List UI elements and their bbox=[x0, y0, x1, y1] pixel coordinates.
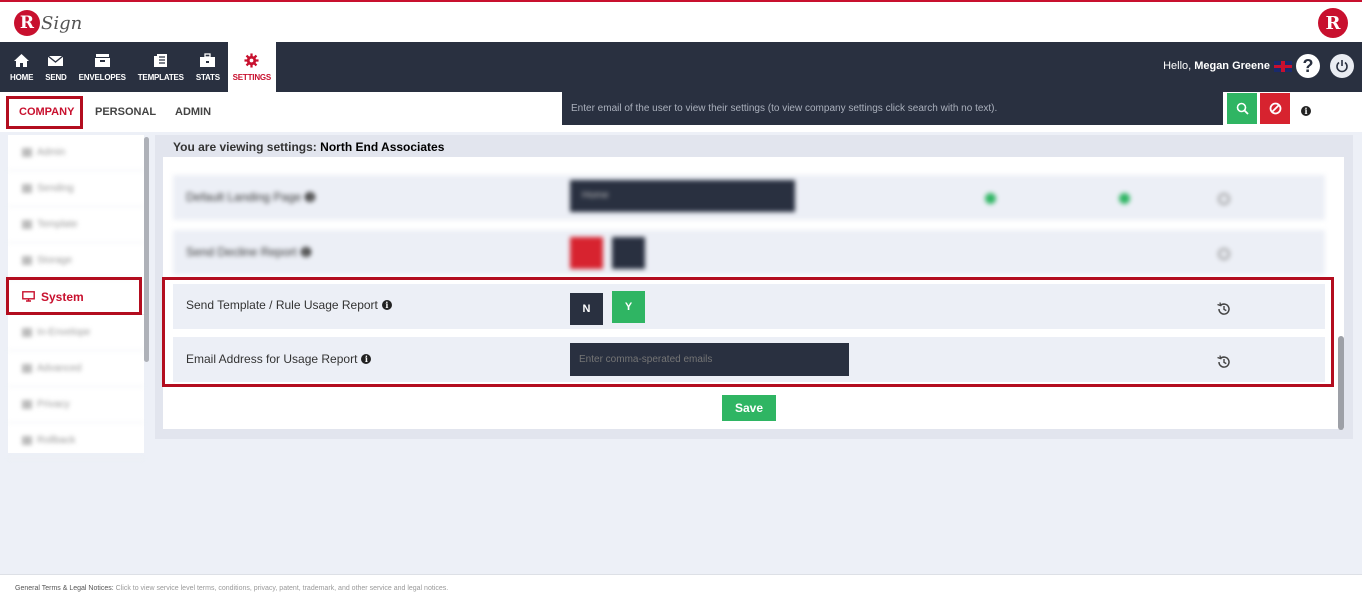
nav-home[interactable]: HOME bbox=[4, 42, 39, 92]
decline-y-button[interactable] bbox=[612, 237, 645, 269]
sidebar-item-label: Advanced bbox=[37, 363, 82, 374]
sidebar-item-label: Rollback bbox=[37, 435, 76, 446]
sidebar-item-label: Template bbox=[37, 219, 78, 230]
system-item-highlight bbox=[6, 277, 142, 315]
help-icon[interactable]: ? bbox=[1296, 54, 1320, 78]
sidebar-scrollbar[interactable] bbox=[144, 137, 149, 362]
brand-logo-right[interactable]: R bbox=[1318, 8, 1348, 38]
sidebar-item-rollback[interactable]: Rollback bbox=[8, 423, 144, 459]
nav-stats[interactable]: STATS bbox=[190, 42, 226, 92]
company-name: North End Associates bbox=[320, 140, 445, 154]
history-icon[interactable] bbox=[1218, 248, 1230, 260]
user-area: Hello, Megan Greene ? bbox=[1163, 54, 1354, 78]
envelope-icon bbox=[47, 54, 64, 66]
nav-templates-label: TEMPLATES bbox=[137, 72, 184, 82]
greeting-text: Hello, bbox=[1163, 60, 1192, 72]
nav-stats-label: STATS bbox=[195, 72, 220, 82]
user-search-input[interactable]: Enter email of the user to view their se… bbox=[562, 92, 1223, 125]
templates-icon bbox=[154, 53, 168, 67]
power-icon[interactable] bbox=[1330, 54, 1354, 78]
nav-envelopes-label: ENVELOPES bbox=[78, 72, 126, 82]
nav-send[interactable]: SEND bbox=[39, 42, 72, 92]
ban-icon bbox=[1269, 102, 1281, 115]
sidebar-item-template[interactable]: Template bbox=[8, 207, 144, 243]
sidebar-item-privacy[interactable]: Privacy bbox=[8, 387, 144, 423]
usage-report-highlight bbox=[162, 277, 1334, 387]
uk-flag-icon[interactable] bbox=[1274, 60, 1292, 72]
briefcase-icon bbox=[200, 52, 216, 67]
status-dot bbox=[1119, 193, 1130, 204]
top-header: R Sign R bbox=[0, 0, 1362, 42]
footer-title: General Terms & Legal Notices: bbox=[15, 585, 114, 592]
setting-row-decline-report: Send Decline Report i bbox=[173, 230, 1325, 275]
nav-templates[interactable]: TEMPLATES bbox=[132, 42, 190, 92]
gear-icon bbox=[244, 52, 259, 68]
sidebar-item-label: Privacy bbox=[37, 399, 70, 410]
sidebar-item-label: Sending bbox=[37, 183, 74, 194]
sidebar-item-label: Admin bbox=[37, 147, 66, 158]
footer-link[interactable]: Click to view service level terms, condi… bbox=[116, 585, 449, 592]
decline-n-button[interactable] bbox=[570, 237, 603, 269]
history-icon[interactable] bbox=[1218, 193, 1230, 205]
rsign-logo[interactable]: R Sign bbox=[14, 8, 82, 38]
tab-admin[interactable]: ADMIN bbox=[175, 106, 211, 118]
search-info-icon[interactable]: i bbox=[1301, 101, 1311, 119]
logo-r-badge: R bbox=[14, 10, 40, 36]
search-icon bbox=[1236, 102, 1249, 115]
search-button[interactable] bbox=[1227, 93, 1257, 124]
tab-personal[interactable]: PERSONAL bbox=[95, 106, 156, 118]
nav-home-label: HOME bbox=[10, 72, 34, 82]
setting-label: Send Decline Report bbox=[186, 245, 297, 259]
main-navbar: HOME SEND ENVELOPES TEMPLATES STATS SETT… bbox=[0, 42, 1362, 92]
inbox-icon bbox=[94, 53, 110, 67]
user-name[interactable]: Megan Greene bbox=[1194, 60, 1270, 72]
sidebar-item-advanced[interactable]: Advanced bbox=[8, 351, 144, 387]
sidebar-item-in-envelope[interactable]: In-Envelope bbox=[8, 315, 144, 351]
home-icon bbox=[14, 53, 30, 67]
sidebar-item-admin[interactable]: Admin bbox=[8, 135, 144, 171]
logo-text: Sign bbox=[41, 12, 83, 34]
landing-page-select[interactable]: Home bbox=[570, 180, 795, 212]
sidebar-item-label: Storage bbox=[37, 255, 73, 266]
footer: General Terms & Legal Notices: Click to … bbox=[0, 574, 1362, 593]
sidebar-item-storage[interactable]: Storage bbox=[8, 243, 144, 279]
setting-label: Default Landing Page bbox=[186, 190, 302, 204]
company-tab-highlight bbox=[6, 96, 83, 129]
nav-send-label: SEND bbox=[45, 72, 67, 82]
clear-search-button[interactable] bbox=[1260, 93, 1290, 124]
save-button[interactable]: Save bbox=[722, 395, 776, 421]
viewing-settings-heading: You are viewing settings: North End Asso… bbox=[173, 140, 444, 154]
setting-row-default-landing: Default Landing Page i Home bbox=[173, 175, 1325, 220]
content-scrollbar[interactable] bbox=[1338, 336, 1344, 430]
sidebar-item-sending[interactable]: Sending bbox=[8, 171, 144, 207]
sidebar-item-label: In-Envelope bbox=[37, 327, 91, 338]
viewing-prefix: You are viewing settings: bbox=[173, 140, 317, 154]
nav-settings[interactable]: SETTINGS bbox=[227, 42, 276, 92]
status-dot bbox=[985, 193, 996, 204]
nav-envelopes[interactable]: ENVELOPES bbox=[73, 42, 132, 92]
nav-settings-label: SETTINGS bbox=[232, 72, 272, 82]
